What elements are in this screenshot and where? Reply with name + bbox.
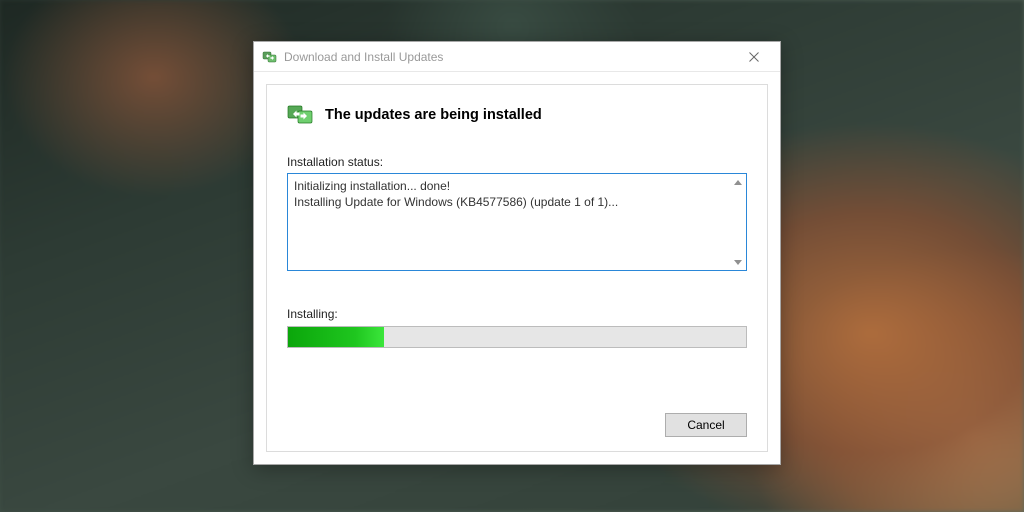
close-icon (749, 52, 759, 62)
progress-label: Installing: (287, 307, 747, 321)
status-line: Initializing installation... done! (294, 178, 740, 194)
update-icon (262, 49, 278, 65)
heading-row: The updates are being installed (287, 103, 747, 127)
content-panel: The updates are being installed Installa… (266, 84, 768, 452)
installation-status-box[interactable]: Initializing installation... done! Insta… (287, 173, 747, 271)
update-dialog: Download and Install Updates The updat (253, 41, 781, 465)
progress-section: Installing: (287, 307, 747, 348)
scroll-down-icon[interactable] (732, 256, 744, 268)
progress-fill (288, 327, 384, 347)
progress-bar (287, 326, 747, 348)
installation-status-label: Installation status: (287, 155, 747, 169)
cancel-button[interactable]: Cancel (665, 413, 747, 437)
titlebar[interactable]: Download and Install Updates (254, 42, 780, 72)
heading-text: The updates are being installed (325, 107, 542, 123)
update-large-icon (287, 103, 315, 127)
status-line: Installing Update for Windows (KB4577586… (294, 194, 740, 210)
button-row: Cancel (287, 401, 747, 437)
content-wrap: The updates are being installed Installa… (254, 72, 780, 464)
close-button[interactable] (734, 45, 774, 69)
window-title: Download and Install Updates (284, 50, 734, 64)
scroll-up-icon[interactable] (732, 176, 744, 188)
